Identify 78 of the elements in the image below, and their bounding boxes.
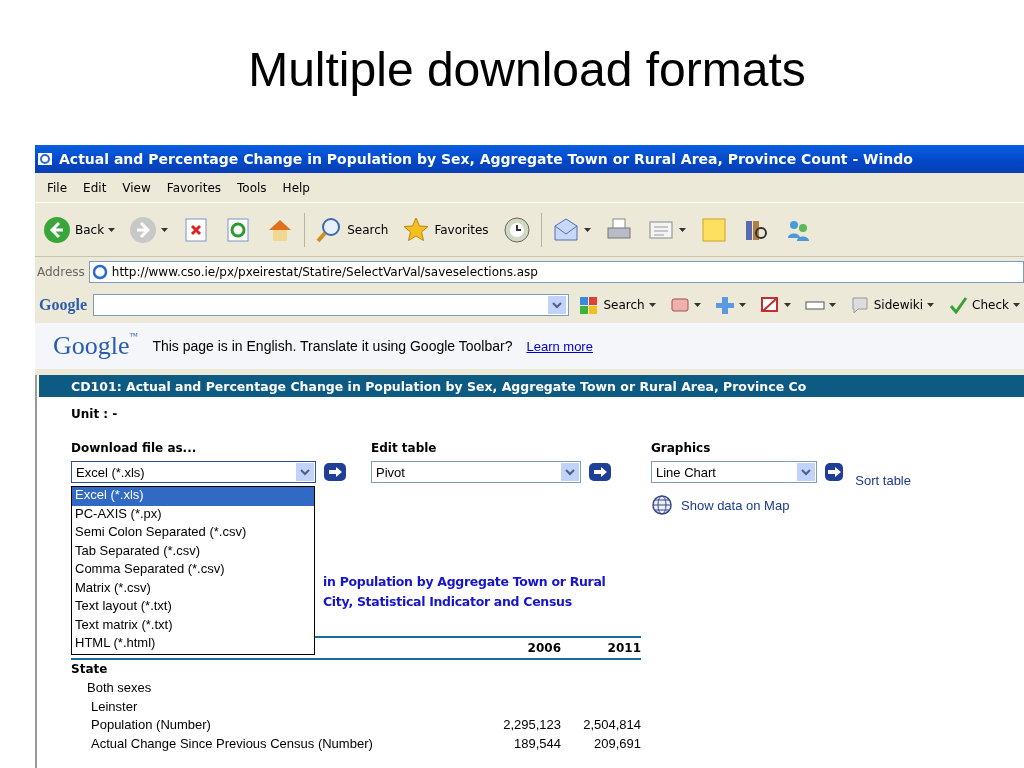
plus-icon bbox=[714, 296, 735, 314]
caret-down-icon bbox=[1013, 303, 1020, 307]
dropdown-option[interactable]: Excel (*.xls) bbox=[72, 487, 314, 506]
bookmark-icon bbox=[669, 296, 690, 314]
caret-down-icon bbox=[108, 227, 116, 232]
dropdown-select[interactable]: Pivot bbox=[371, 461, 581, 483]
caret-down-icon bbox=[678, 227, 686, 232]
caret-down-icon bbox=[583, 227, 591, 232]
google-toolbar-button[interactable]: Search bbox=[575, 294, 660, 316]
address-label: Address bbox=[37, 265, 85, 279]
address-field[interactable]: http://www.cso.ie/px/pxeirestat/Statire/SelectVarVal/saveselections.asp bbox=[88, 261, 1024, 283]
caret-down-icon bbox=[927, 303, 935, 307]
go-button[interactable] bbox=[589, 463, 611, 481]
search-logo-icon bbox=[579, 296, 600, 314]
globe-icon bbox=[651, 494, 673, 516]
toolbar-button[interactable]: Back bbox=[39, 213, 120, 246]
row-label: State bbox=[71, 662, 109, 677]
table-heading: CD101: Actual and Percentage Change in Population by Sex, Aggregate Town or Rural Area, Province Co bbox=[39, 375, 1024, 397]
go-button[interactable] bbox=[825, 463, 844, 481]
menu-item[interactable]: View bbox=[116, 178, 157, 197]
menu-item[interactable]: File bbox=[41, 178, 74, 197]
sort-table-link[interactable]: Sort table bbox=[855, 473, 911, 488]
menu-item[interactable]: Edit bbox=[77, 178, 113, 197]
control-label: Download file as... bbox=[71, 441, 198, 455]
toolbar-button[interactable]: Favorites bbox=[398, 213, 493, 246]
table-cell-text: 2,295,123 bbox=[502, 717, 561, 733]
table-title: City, Statistical Indicator and Census bbox=[323, 593, 573, 611]
toolbar-button[interactable]: Search bbox=[311, 213, 393, 246]
clock-icon bbox=[502, 215, 531, 244]
row-label: Leinster bbox=[91, 698, 139, 714]
control-label: Graphics bbox=[651, 441, 712, 455]
table-cell-text: 189,544 bbox=[513, 735, 561, 751]
column-header: 2011 bbox=[606, 641, 641, 655]
unit-label: Unit : - bbox=[71, 407, 119, 421]
google-toolbar-button[interactable]: Sidewiki bbox=[845, 294, 939, 316]
google-logo: Google bbox=[39, 296, 87, 314]
go-button[interactable] bbox=[324, 463, 346, 481]
chevron-down-icon bbox=[565, 468, 575, 476]
star-icon bbox=[402, 215, 431, 244]
spell-check-icon bbox=[948, 296, 969, 314]
chevron-down-icon bbox=[552, 301, 563, 309]
map-link[interactable]: Show data on Map bbox=[681, 497, 790, 513]
row-label: Both sexes bbox=[87, 680, 153, 696]
caret-down-icon bbox=[828, 303, 836, 307]
popup-blocker-icon bbox=[759, 296, 780, 314]
caret-down-icon bbox=[648, 303, 656, 307]
table-cell-text: 2,504,814 bbox=[582, 717, 641, 733]
window-title: Actual and Percentage Change in Population by Sex, Aggregate Town or Rural Area, Province Count - Windo bbox=[59, 151, 913, 167]
slide-title: Multiple download formats bbox=[247, 42, 807, 98]
table-cell-text: 209,691 bbox=[593, 735, 641, 751]
table-title: in Population by Aggregate Town or Rural bbox=[323, 573, 607, 591]
control-label: Edit table bbox=[371, 441, 438, 455]
speech-bubble-icon bbox=[849, 296, 870, 314]
translate-message: This page is in English. Translate it using Google Toolbar? bbox=[152, 338, 513, 354]
caret-down-icon bbox=[161, 227, 169, 232]
dropdown-select[interactable]: Line Chart bbox=[651, 461, 818, 483]
row-label: Population (Number) bbox=[91, 717, 212, 733]
chevron-down-icon bbox=[801, 468, 812, 476]
caret-down-icon bbox=[738, 303, 746, 307]
arrow-right-icon bbox=[593, 467, 607, 477]
row-label: Actual Change Since Previous Census (Number) bbox=[91, 735, 374, 751]
chevron-down-icon bbox=[300, 468, 310, 476]
menu-item[interactable]: Tools bbox=[231, 178, 273, 197]
dropdown-select[interactable]: Excel (*.xls) bbox=[71, 461, 316, 483]
google-toolbar-button[interactable]: Check bbox=[944, 294, 1024, 316]
browser-icon bbox=[37, 151, 53, 167]
caret-down-icon bbox=[783, 303, 791, 307]
caret-down-icon bbox=[693, 303, 701, 307]
url-text: http://www.cso.ie/px/pxeirestat/Statire/SelectVarVal/saveselections.asp bbox=[111, 265, 538, 279]
arrow-right-icon bbox=[328, 467, 342, 477]
column-header: 2006 bbox=[526, 641, 561, 655]
menu-item[interactable]: Help bbox=[276, 178, 316, 197]
arrow-right-icon bbox=[827, 467, 842, 477]
google-logo: Google™ bbox=[53, 331, 139, 361]
search-field[interactable] bbox=[93, 294, 570, 316]
menu-item[interactable]: Favorites bbox=[160, 178, 228, 197]
note-icon bbox=[699, 215, 728, 244]
learn-more-link[interactable]: Learn more bbox=[526, 338, 593, 354]
